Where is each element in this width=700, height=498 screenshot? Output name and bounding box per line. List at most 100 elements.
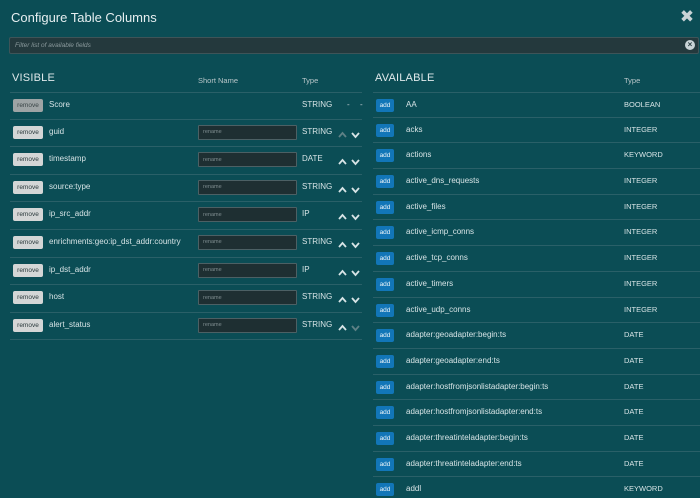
visible-field-name: guid xyxy=(49,126,65,136)
add-button[interactable]: add xyxy=(376,175,394,189)
remove-button[interactable]: remove xyxy=(13,153,43,167)
available-field-type: DATE xyxy=(624,381,644,391)
close-icon[interactable]: ✖ xyxy=(678,8,696,26)
visible-heading: VISIBLE xyxy=(12,72,55,84)
remove-button[interactable]: remove xyxy=(13,235,43,249)
rename-input[interactable] xyxy=(198,234,297,250)
visible-field-type: STRING xyxy=(302,181,333,191)
remove-button[interactable]: remove xyxy=(13,318,43,332)
available-row: add active_dns_requests INTEGER xyxy=(373,169,700,195)
chevron-up-icon[interactable] xyxy=(337,292,348,303)
remove-button[interactable]: remove xyxy=(13,291,43,305)
available-field-type: DATE xyxy=(624,458,644,468)
add-button[interactable]: add xyxy=(376,457,394,471)
available-row: add adapter:geoadapter:end:ts DATE xyxy=(373,349,700,375)
chevron-up-icon[interactable] xyxy=(337,209,348,220)
chevron-down-icon[interactable] xyxy=(350,182,361,194)
chevron-down-icon[interactable] xyxy=(350,265,361,276)
available-row: add active_timers INTEGER xyxy=(373,272,700,298)
available-field-name: actions xyxy=(406,150,432,160)
chevron-up-icon[interactable] xyxy=(337,237,348,248)
add-button[interactable]: add xyxy=(376,431,394,445)
available-field-type: INTEGER xyxy=(624,278,658,288)
add-button[interactable]: add xyxy=(376,252,394,266)
available-row: add actions KEYWORD xyxy=(373,143,700,170)
add-button[interactable]: add xyxy=(376,380,394,394)
available-row: add active_udp_conns INTEGER xyxy=(373,298,700,324)
rename-input[interactable] xyxy=(198,124,297,140)
rename-input[interactable] xyxy=(198,207,297,223)
available-field-name: addl xyxy=(406,484,422,494)
available-field-name: active_timers xyxy=(406,278,454,288)
add-button[interactable]: add xyxy=(376,483,394,497)
visible-row: remove Score STRING - - xyxy=(10,92,363,120)
rename-input[interactable] xyxy=(198,290,297,306)
clear-icon[interactable]: × xyxy=(685,40,695,50)
available-field-type: INTEGER xyxy=(624,253,658,263)
visible-field-type: IP xyxy=(302,209,310,219)
add-button[interactable]: add xyxy=(376,123,394,137)
available-field-type: INTEGER xyxy=(624,201,658,211)
visible-field-name: source:type xyxy=(49,181,91,191)
no-move-indicator: - xyxy=(360,100,363,109)
chevron-up-icon xyxy=(337,127,348,138)
add-button[interactable]: add xyxy=(376,329,394,343)
available-type-header: Type xyxy=(624,76,641,85)
chevron-down-icon[interactable] xyxy=(350,209,361,221)
remove-button[interactable]: remove xyxy=(13,180,43,194)
chevron-down-icon xyxy=(350,320,361,332)
available-row: add adapter:threatinteladapter:end:ts DATE xyxy=(373,452,700,478)
remove-button[interactable]: remove xyxy=(13,125,43,139)
rename-input[interactable] xyxy=(198,179,297,195)
chevron-up-icon[interactable] xyxy=(337,182,348,193)
available-field-type: DATE xyxy=(624,432,644,442)
visible-row: remove timestamp DATE xyxy=(10,147,362,175)
chevron-up-icon[interactable] xyxy=(337,265,348,276)
chevron-down-icon[interactable] xyxy=(350,127,361,138)
add-button[interactable]: add xyxy=(376,149,394,163)
add-button[interactable]: add xyxy=(376,99,394,112)
add-button[interactable]: add xyxy=(376,354,394,368)
chevron-up-icon[interactable] xyxy=(337,320,348,331)
visible-row: remove guid STRING xyxy=(10,120,362,148)
chevron-down-icon[interactable] xyxy=(350,292,361,304)
visible-field-name: timestamp xyxy=(49,154,86,164)
filter-input[interactable] xyxy=(10,38,680,53)
available-field-type: DATE xyxy=(624,330,644,340)
visible-field-type: IP xyxy=(302,264,310,274)
filter-field[interactable]: × xyxy=(9,37,699,54)
dialog-title: Configure Table Columns xyxy=(11,10,157,25)
add-button[interactable]: add xyxy=(376,406,394,420)
chevron-down-icon[interactable] xyxy=(350,237,361,249)
chevron-up-icon[interactable] xyxy=(337,154,348,165)
visible-row: remove alert_status STRING xyxy=(10,313,362,341)
visible-field-name: host xyxy=(49,292,65,302)
rename-input[interactable] xyxy=(198,152,297,168)
chevron-down-icon[interactable] xyxy=(350,154,361,166)
rename-input[interactable] xyxy=(198,262,297,278)
available-field-type: INTEGER xyxy=(624,176,658,186)
available-row: add active_files INTEGER xyxy=(373,195,700,221)
available-field-name: active_udp_conns xyxy=(406,304,471,314)
available-row: add active_icmp_conns INTEGER xyxy=(373,220,700,247)
visible-row: remove source:type STRING xyxy=(10,175,362,203)
available-row: add adapter:geoadapter:begin:ts DATE xyxy=(373,323,700,349)
available-field-type: INTEGER xyxy=(624,304,658,314)
available-row: add acks INTEGER xyxy=(373,118,700,144)
available-row: add AA BOOLEAN xyxy=(373,92,700,118)
remove-button[interactable]: remove xyxy=(13,263,43,277)
rename-input[interactable] xyxy=(198,317,297,333)
available-field-type: DATE xyxy=(624,355,644,365)
available-row: add adapter:hostfromjsonlistadapter:end:t… xyxy=(373,400,700,426)
visible-field-type: STRING xyxy=(302,236,333,246)
add-button[interactable]: add xyxy=(376,277,394,291)
add-button[interactable]: add xyxy=(376,226,394,240)
visible-row: remove enrichments:geo:ip_dst_addr:countr… xyxy=(10,230,362,258)
remove-button[interactable]: remove xyxy=(13,99,43,112)
add-button[interactable]: add xyxy=(376,303,394,317)
visible-field-name: Score xyxy=(49,100,70,109)
visible-columns-table: removeScoreSTRING--removeguidSTRINGremov… xyxy=(10,92,363,341)
add-button[interactable]: add xyxy=(376,200,394,214)
remove-button[interactable]: remove xyxy=(13,208,43,222)
available-field-name: adapter:threatinteladapter:end:ts xyxy=(406,458,522,468)
